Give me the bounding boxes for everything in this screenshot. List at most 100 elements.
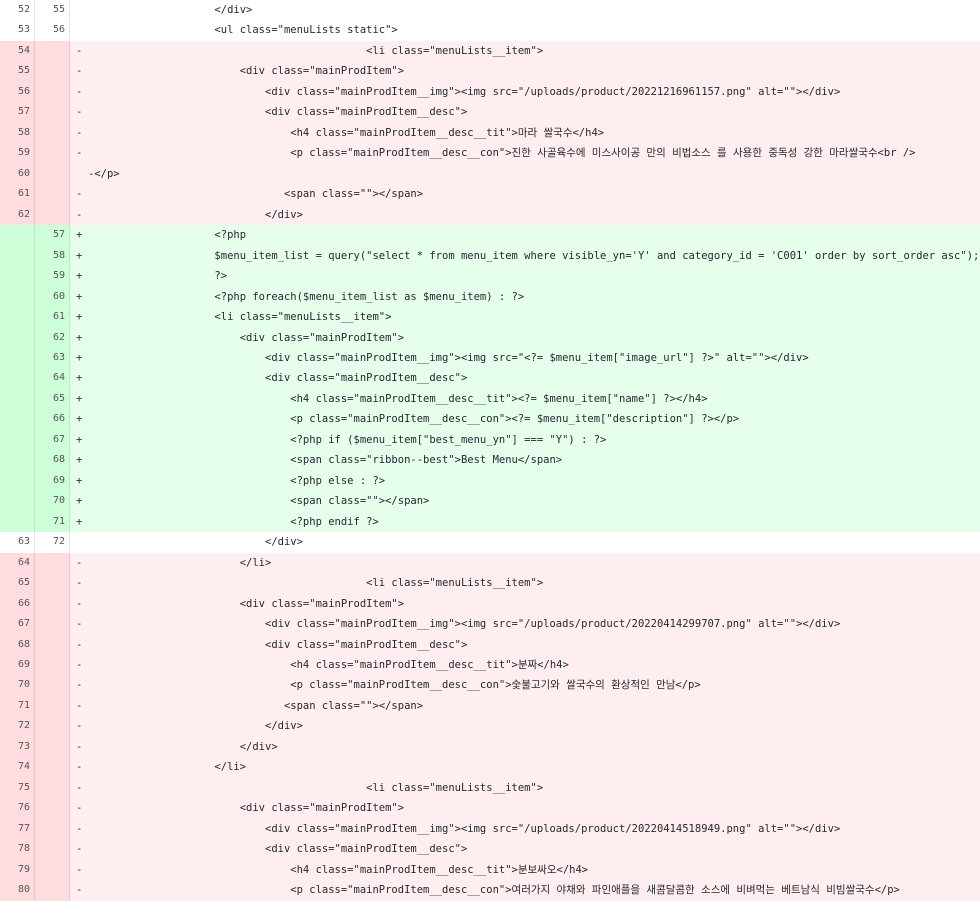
new-line-number[interactable] (35, 839, 70, 860)
new-line-number[interactable]: 71 (35, 511, 70, 533)
old-line-number[interactable]: 58 (0, 122, 35, 144)
old-line-number[interactable]: 67 (0, 614, 35, 635)
new-line-number[interactable]: 64 (35, 368, 70, 389)
new-line-number[interactable] (35, 777, 70, 799)
old-line-number[interactable]: 56 (0, 81, 35, 103)
old-line-number[interactable]: 54 (0, 40, 35, 62)
old-line-number[interactable]: 80 (0, 880, 35, 901)
old-line-number[interactable] (0, 225, 35, 246)
new-line-number[interactable] (35, 204, 70, 226)
old-line-number-text: 79 (17, 863, 30, 875)
new-line-number[interactable]: 59 (35, 266, 70, 287)
new-line-number[interactable] (35, 655, 70, 676)
new-line-number[interactable] (35, 40, 70, 62)
old-line-number[interactable]: 75 (0, 777, 35, 799)
old-line-number[interactable] (0, 511, 35, 533)
old-line-number[interactable]: 62 (0, 204, 35, 226)
new-line-number[interactable] (35, 552, 70, 574)
new-line-number[interactable] (35, 675, 70, 696)
old-line-number[interactable] (0, 388, 35, 410)
old-line-number[interactable]: 73 (0, 736, 35, 758)
old-line-number[interactable]: 78 (0, 839, 35, 860)
old-line-number[interactable]: 74 (0, 757, 35, 778)
new-line-number[interactable] (35, 122, 70, 144)
new-line-number[interactable] (35, 798, 70, 819)
old-line-number[interactable] (0, 327, 35, 348)
new-line-number[interactable]: 62 (35, 327, 70, 348)
old-line-number-text: 71 (17, 699, 30, 711)
new-line-number[interactable] (35, 184, 70, 205)
old-line-number[interactable]: 68 (0, 634, 35, 655)
old-line-number[interactable]: 65 (0, 573, 35, 594)
old-line-number[interactable]: 70 (0, 675, 35, 696)
new-line-number-text: 65 (52, 392, 65, 404)
new-line-number[interactable]: 57 (35, 225, 70, 246)
new-line-number[interactable] (35, 634, 70, 655)
new-line-number[interactable] (35, 573, 70, 594)
old-line-number[interactable] (0, 450, 35, 471)
new-line-number[interactable] (35, 859, 70, 881)
new-line-number[interactable] (35, 593, 70, 615)
new-line-number-text (65, 598, 69, 609)
old-line-number[interactable] (0, 286, 35, 308)
new-line-number[interactable] (35, 736, 70, 758)
old-line-number[interactable]: 52 (0, 0, 35, 21)
new-line-number[interactable] (35, 81, 70, 103)
new-line-number[interactable] (35, 818, 70, 840)
old-line-number[interactable] (0, 266, 35, 287)
new-line-number[interactable]: 68 (35, 450, 70, 471)
old-line-number[interactable]: 69 (0, 655, 35, 676)
old-line-number-text: 63 (17, 536, 30, 548)
old-line-number-text: 58 (17, 126, 30, 138)
old-line-number[interactable] (0, 245, 35, 267)
old-line-number[interactable]: 55 (0, 61, 35, 82)
code-text: <span class="ribbon--best">Best Menu</sp… (88, 454, 563, 467)
new-line-number[interactable] (35, 614, 70, 635)
old-line-number[interactable]: 71 (0, 695, 35, 717)
new-line-number[interactable] (35, 61, 70, 82)
new-line-number[interactable]: 60 (35, 286, 70, 308)
diff-line: 64 - </li> (0, 552, 980, 574)
old-line-number[interactable] (0, 347, 35, 369)
new-line-number[interactable]: 63 (35, 347, 70, 369)
old-line-number[interactable] (0, 429, 35, 451)
new-line-number[interactable] (35, 716, 70, 737)
new-line-number[interactable]: 65 (35, 388, 70, 410)
old-line-number[interactable]: 53 (0, 20, 35, 41)
new-line-number[interactable]: 55 (35, 0, 70, 21)
old-line-number[interactable]: 72 (0, 716, 35, 737)
new-line-number[interactable] (35, 695, 70, 717)
old-line-number[interactable]: 63 (0, 532, 35, 553)
old-line-number[interactable]: 64 (0, 552, 35, 574)
old-line-number[interactable]: 61 (0, 184, 35, 205)
new-line-number[interactable]: 61 (35, 307, 70, 328)
new-line-number-text (65, 45, 69, 56)
new-line-number-text: 56 (52, 24, 65, 36)
old-line-number[interactable] (0, 409, 35, 430)
old-line-number[interactable]: 57 (0, 102, 35, 123)
new-line-number[interactable] (35, 143, 70, 164)
old-line-number[interactable]: 59 (0, 143, 35, 164)
new-line-number[interactable] (35, 880, 70, 901)
new-line-number[interactable] (35, 102, 70, 123)
new-line-number[interactable]: 66 (35, 409, 70, 430)
new-line-number[interactable] (35, 757, 70, 778)
new-line-number[interactable]: 58 (35, 245, 70, 267)
new-line-number[interactable]: 69 (35, 470, 70, 492)
old-line-number[interactable] (0, 491, 35, 512)
old-line-number[interactable]: 60 (0, 163, 35, 185)
old-line-number[interactable] (0, 470, 35, 492)
code-text: <?php else : ?> (88, 474, 386, 487)
old-line-number[interactable]: 66 (0, 593, 35, 615)
new-line-number[interactable]: 72 (35, 532, 70, 553)
diff-sign: - (76, 147, 83, 160)
old-line-number[interactable]: 77 (0, 818, 35, 840)
old-line-number[interactable]: 79 (0, 859, 35, 881)
new-line-number[interactable]: 67 (35, 429, 70, 451)
old-line-number[interactable] (0, 368, 35, 389)
new-line-number[interactable]: 56 (35, 20, 70, 41)
old-line-number[interactable] (0, 307, 35, 328)
old-line-number[interactable]: 76 (0, 798, 35, 819)
new-line-number[interactable] (35, 163, 70, 185)
new-line-number[interactable]: 70 (35, 491, 70, 512)
